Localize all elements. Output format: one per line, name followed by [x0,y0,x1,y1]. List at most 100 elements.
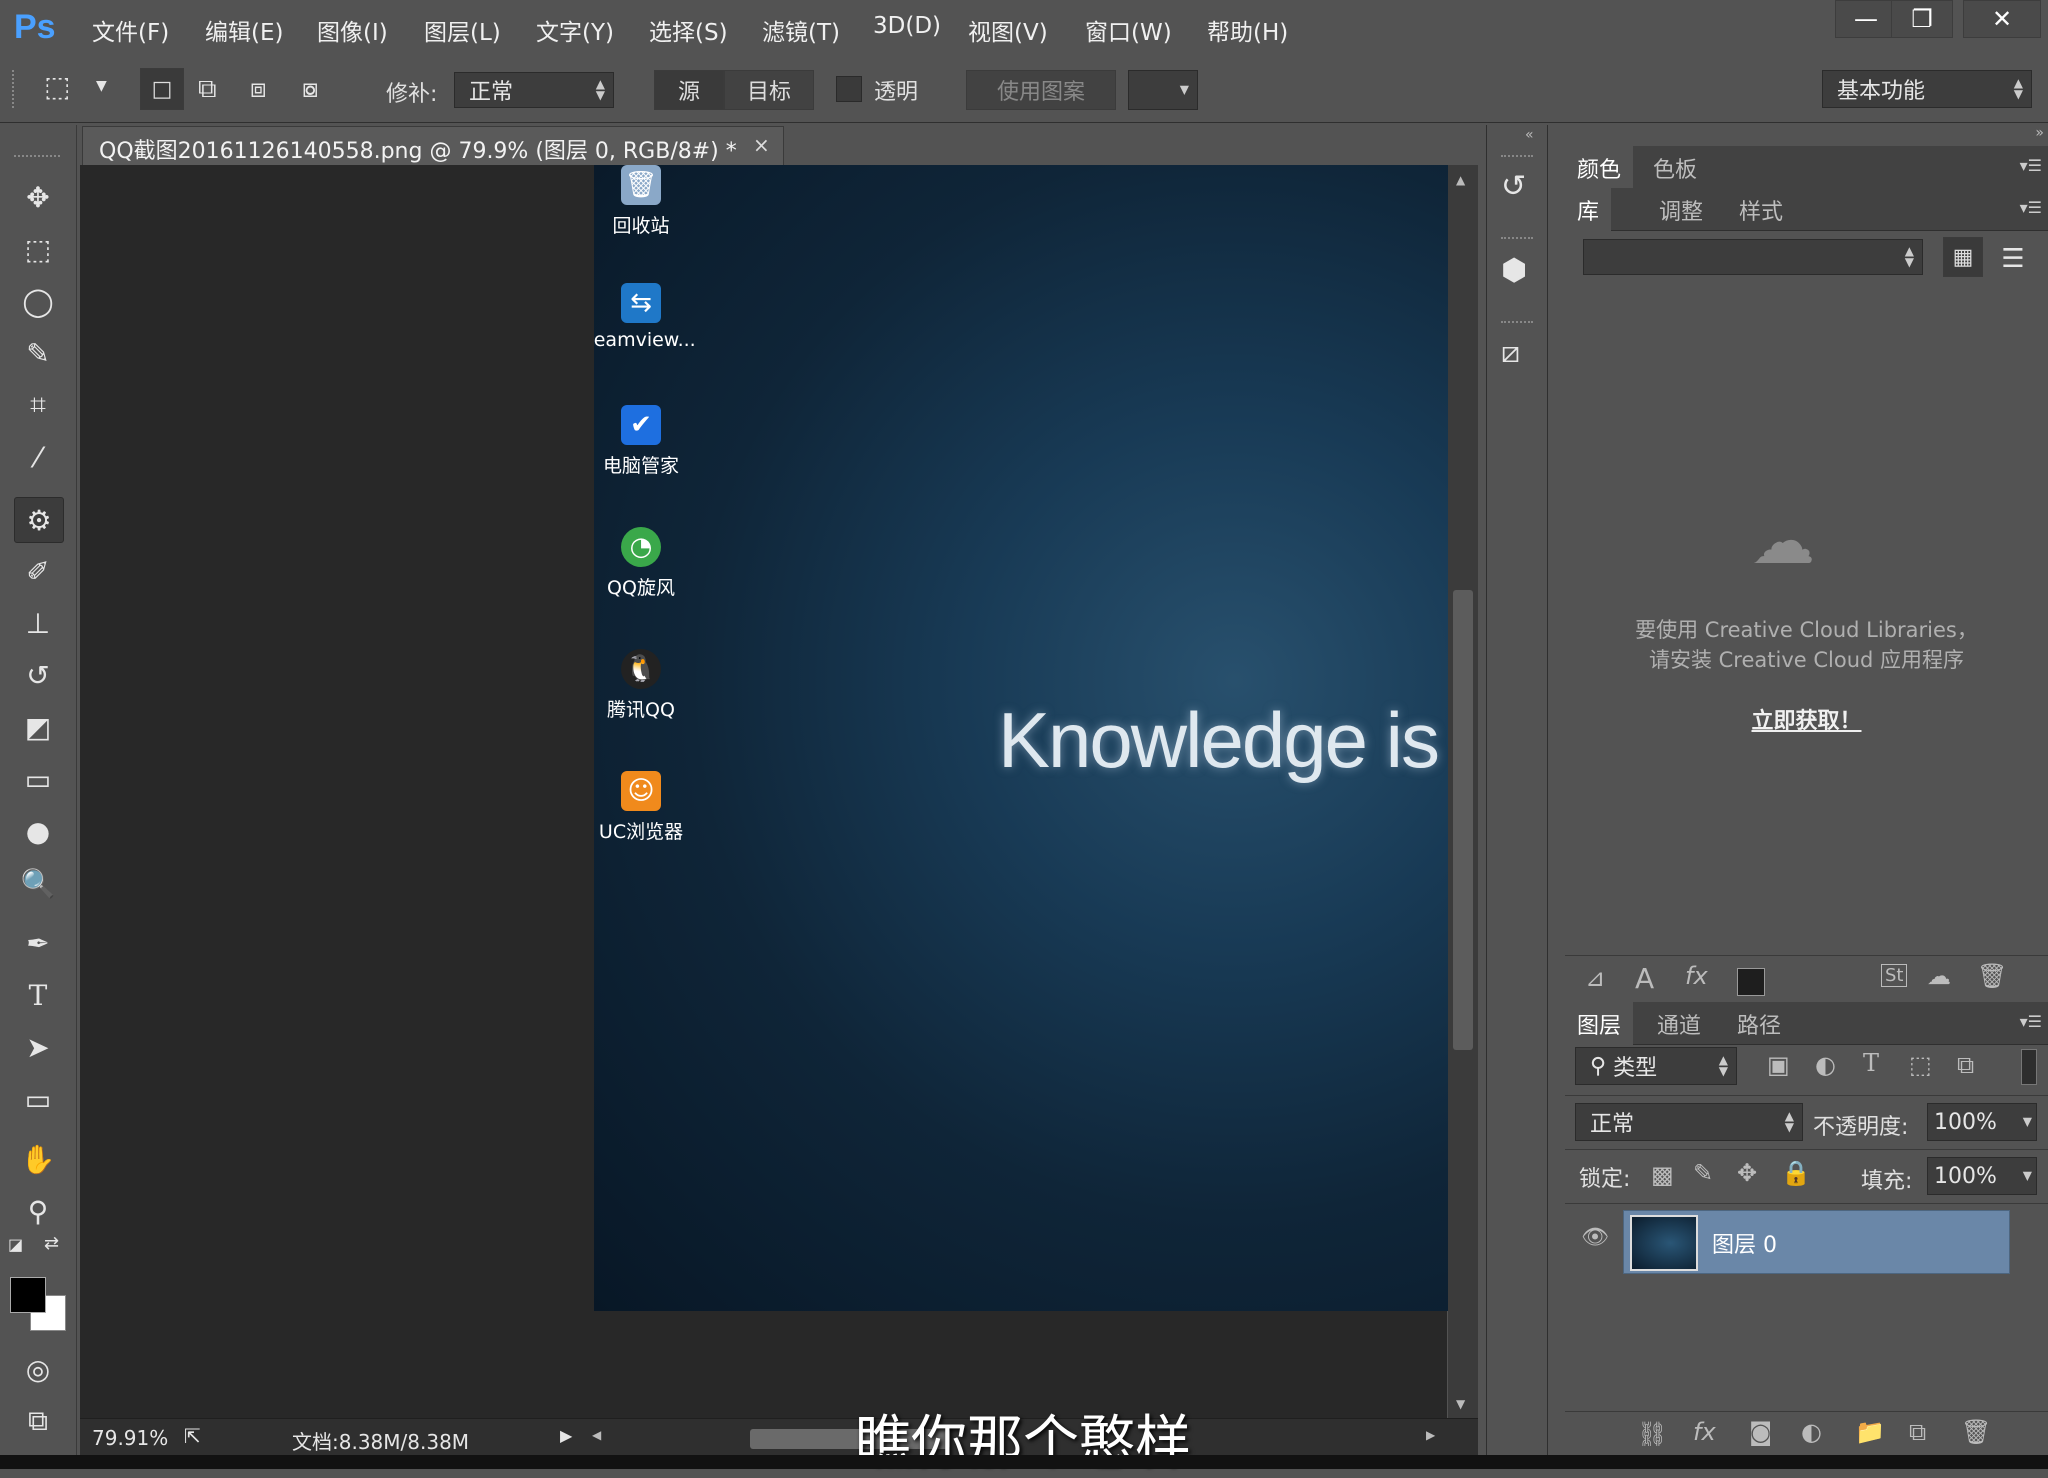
menu-help[interactable]: 帮助(H) [1207,13,1288,47]
photoshop-logo[interactable]: Ps [14,8,56,47]
default-colors-icon[interactable]: ◪ [8,1235,23,1254]
opacity-input[interactable]: 100% ▼ [1927,1103,2037,1141]
library-select[interactable]: ▲ ▼ [1583,239,1923,275]
menu-type[interactable]: 文字(Y) [536,13,614,47]
history-panel-icon[interactable]: ↺ [1501,169,1526,204]
toolbar-grip[interactable] [14,155,60,157]
blur-tool-icon[interactable]: ● [14,809,62,853]
chevron-down-icon[interactable]: ▼ [96,78,107,94]
eyedropper-tool-icon[interactable]: ⁄ [14,435,62,479]
layer-style-icon[interactable]: fx [1693,1418,1716,1446]
properties-panel-icon[interactable]: ⧄ [1501,335,1520,370]
lock-all-icon[interactable]: 🔒 [1781,1159,1811,1187]
smart-object-filter-icon[interactable]: ⧉ [1957,1051,1974,1079]
sync-status-icon[interactable]: ☁ [1927,962,1951,990]
lock-position-icon[interactable]: ✥ [1737,1159,1757,1187]
expand-panels-icon[interactable]: » [2035,125,2044,141]
adjustment-filter-icon[interactable]: ◐ [1815,1051,1836,1079]
layer-mask-icon[interactable]: ◙ [1749,1418,1772,1446]
eraser-tool-icon[interactable]: ◩ [14,705,62,749]
pixel-filter-icon[interactable]: ▣ [1767,1051,1790,1079]
use-pattern-button[interactable]: 使用图案 [966,70,1116,110]
tab-libraries[interactable]: 库 [1565,188,1612,232]
crop-tool-icon[interactable]: ⌗ [14,383,62,427]
lock-transparent-icon[interactable]: ▩ [1651,1161,1674,1189]
options-grip[interactable] [12,70,18,108]
subtract-selection-icon[interactable]: ⧈ [250,74,267,105]
visibility-eye-icon[interactable]: 👁 [1581,1225,1609,1250]
marquee-tool-icon[interactable]: ⬚ [14,227,62,271]
add-character-style-icon[interactable]: A [1635,962,1654,995]
stock-icon[interactable]: St [1881,964,1908,987]
target-button[interactable]: 目标 [724,70,814,110]
status-menu-arrow-icon[interactable]: ▶ [560,1426,572,1445]
quick-mask-icon[interactable]: ◎ [14,1347,62,1391]
new-layer-icon[interactable]: ⧉ [1909,1418,1926,1446]
path-selection-tool-icon[interactable]: ➤ [14,1025,62,1069]
close-tab-icon[interactable]: × [753,133,770,157]
patch-mode-select[interactable]: 正常 ▲ ▼ [454,72,614,108]
layer-filter-select[interactable]: ⚲ 类型 ▲ ▼ [1575,1047,1737,1085]
source-button[interactable]: 源 [654,70,724,110]
panel-grip[interactable] [1501,155,1533,157]
menu-view[interactable]: 视图(V) [968,13,1048,47]
fill-input[interactable]: 100% ▼ [1927,1157,2037,1195]
zoom-tool-icon[interactable]: ⚲ [14,1189,62,1233]
menu-edit[interactable]: 编辑(E) [205,13,283,47]
menu-filter[interactable]: 滤镜(T) [762,13,840,47]
menu-layer[interactable]: 图层(L) [424,13,501,47]
type-filter-icon[interactable]: T [1863,1049,1879,1077]
3d-panel-icon[interactable]: ⬢ [1501,253,1527,288]
add-color-icon[interactable] [1737,968,1765,996]
add-graphic-icon[interactable]: ⊿ [1585,964,1605,992]
panel-menu-icon[interactable]: ▾☰ [2020,156,2042,175]
scroll-down-icon[interactable]: ▼ [1456,1397,1465,1411]
scroll-up-icon[interactable]: ▲ [1456,173,1465,187]
panel-grip[interactable] [1501,237,1533,239]
tab-adjustments[interactable]: 调整 [1647,188,1715,232]
menu-window[interactable]: 窗口(W) [1085,13,1172,47]
shape-filter-icon[interactable]: ⬚ [1909,1051,1932,1079]
tab-channels[interactable]: 通道 [1645,1002,1713,1046]
stamp-tool-icon[interactable]: ⊥ [14,601,62,645]
panel-menu-icon[interactable]: ▾☰ [2020,1012,2042,1031]
transparent-checkbox[interactable] [836,76,862,102]
tab-styles[interactable]: 样式 [1727,188,1795,232]
intersect-selection-icon[interactable]: ⧇ [302,74,319,105]
add-selection-icon[interactable]: ⧉ [198,74,217,105]
get-now-link[interactable]: 立即获取！ [1565,703,2048,735]
image-canvas[interactable]: 🗑 回收站 ⇆ teamview... ✔ 电脑管家 ◔ QQ旋风 🐧 腾讯QQ… [594,165,1448,1311]
adjustment-layer-icon[interactable]: ◐ [1801,1418,1822,1446]
hand-tool-icon[interactable]: ✋ [14,1137,62,1181]
zoom-level[interactable]: 79.91% [92,1426,168,1450]
foreground-color-swatch[interactable] [10,1277,46,1313]
share-icon[interactable]: ⇱ [184,1424,201,1448]
dodge-tool-icon[interactable]: 🔍 [14,861,62,905]
pattern-picker[interactable]: ▼ [1128,70,1198,110]
quick-selection-tool-icon[interactable]: ✎ [14,331,62,375]
patch-tool-icon[interactable]: ⚙ [14,497,64,543]
menu-file[interactable]: 文件(F) [92,13,169,47]
lasso-tool-icon[interactable]: ◯ [14,279,62,323]
collapse-panels-icon[interactable]: « [1525,127,1534,143]
vertical-scrollbar[interactable]: ▲ ▼ [1448,165,1478,1418]
swap-colors-icon[interactable]: ⇄ [44,1233,59,1254]
menu-3d[interactable]: 3D(D) [873,13,941,39]
restore-button[interactable]: ❐ [1891,0,1953,38]
screen-mode-icon[interactable]: ⧉ [14,1399,62,1443]
menu-select[interactable]: 选择(S) [649,13,728,47]
lock-image-icon[interactable]: ✎ [1693,1159,1713,1187]
layer-row[interactable]: 图层 0 [1623,1210,2010,1274]
blend-mode-select[interactable]: 正常 ▲ ▼ [1575,1103,1803,1141]
scroll-left-icon[interactable]: ◀ [592,1428,601,1442]
panel-grip[interactable] [1501,321,1533,323]
minimize-button[interactable]: — [1835,0,1897,38]
workspace-select[interactable]: 基本功能 ▲ ▼ [1822,70,2032,108]
gradient-tool-icon[interactable]: ▭ [14,757,62,801]
brush-tool-icon[interactable]: ✐ [14,549,62,593]
new-selection-button[interactable]: □ [140,68,184,110]
link-layers-icon[interactable]: ⛓ [1637,1420,1667,1448]
close-window-button[interactable]: ✕ [1963,0,2041,38]
panel-menu-icon[interactable]: ▾☰ [2020,198,2042,217]
trash-icon[interactable]: 🗑 [1977,962,2007,990]
